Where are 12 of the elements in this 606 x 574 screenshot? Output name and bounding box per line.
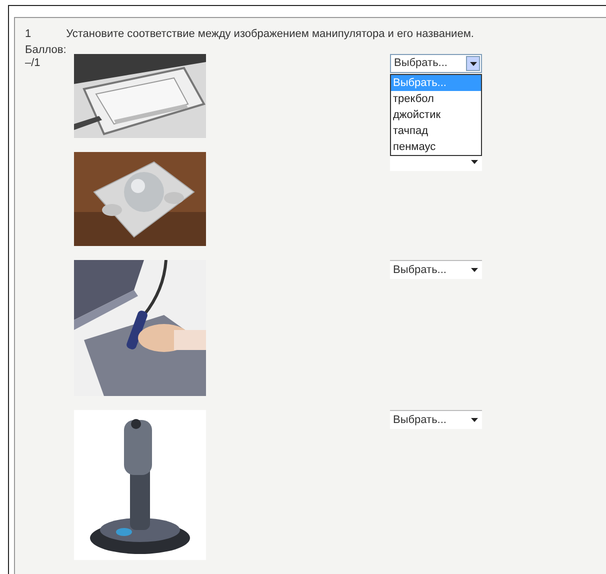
score-label: Баллов: [25,44,68,57]
caret-icon [466,56,480,71]
question-text: Установите соответствие между изображением манипулятора и его названием. [66,26,474,42]
dropdown-option[interactable]: джойстик [391,107,481,123]
dropdown-option[interactable]: тачпад [391,123,481,139]
select-field[interactable]: Выбрать... [390,260,482,279]
select-field[interactable]: Выбрать... [390,410,482,429]
select-field[interactable]: Выбрать... [390,54,482,73]
question-number: 1 [25,26,32,42]
dropdown-option[interactable]: пенмаус [391,139,481,155]
score-value: –/1 [25,57,42,70]
dropdown-option[interactable]: трекбол [391,91,481,107]
